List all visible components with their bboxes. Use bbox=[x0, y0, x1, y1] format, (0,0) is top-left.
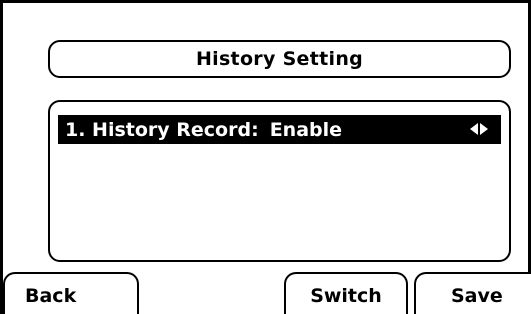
switch-softkey-label: Switch bbox=[310, 285, 382, 307]
page-title: History Setting bbox=[195, 48, 364, 70]
arrow-right-icon[interactable] bbox=[480, 123, 488, 135]
arrow-left-icon[interactable] bbox=[470, 123, 478, 135]
save-softkey[interactable]: Save bbox=[414, 272, 531, 314]
back-softkey[interactable]: Back bbox=[3, 272, 139, 314]
list-item-value: Enable bbox=[269, 118, 343, 141]
title-bar: History Setting bbox=[48, 40, 511, 78]
phone-screen: History Setting 1. History Record: Enabl… bbox=[0, 0, 531, 314]
list-item-label: 1. History Record: bbox=[65, 118, 259, 141]
settings-list: 1. History Record: Enable bbox=[48, 100, 511, 262]
back-softkey-label: Back bbox=[25, 285, 77, 307]
switch-softkey[interactable]: Switch bbox=[284, 272, 408, 314]
save-softkey-label: Save bbox=[451, 285, 503, 307]
list-item-history-record[interactable]: 1. History Record: Enable bbox=[58, 115, 501, 144]
left-right-arrows-icon[interactable] bbox=[470, 123, 488, 135]
